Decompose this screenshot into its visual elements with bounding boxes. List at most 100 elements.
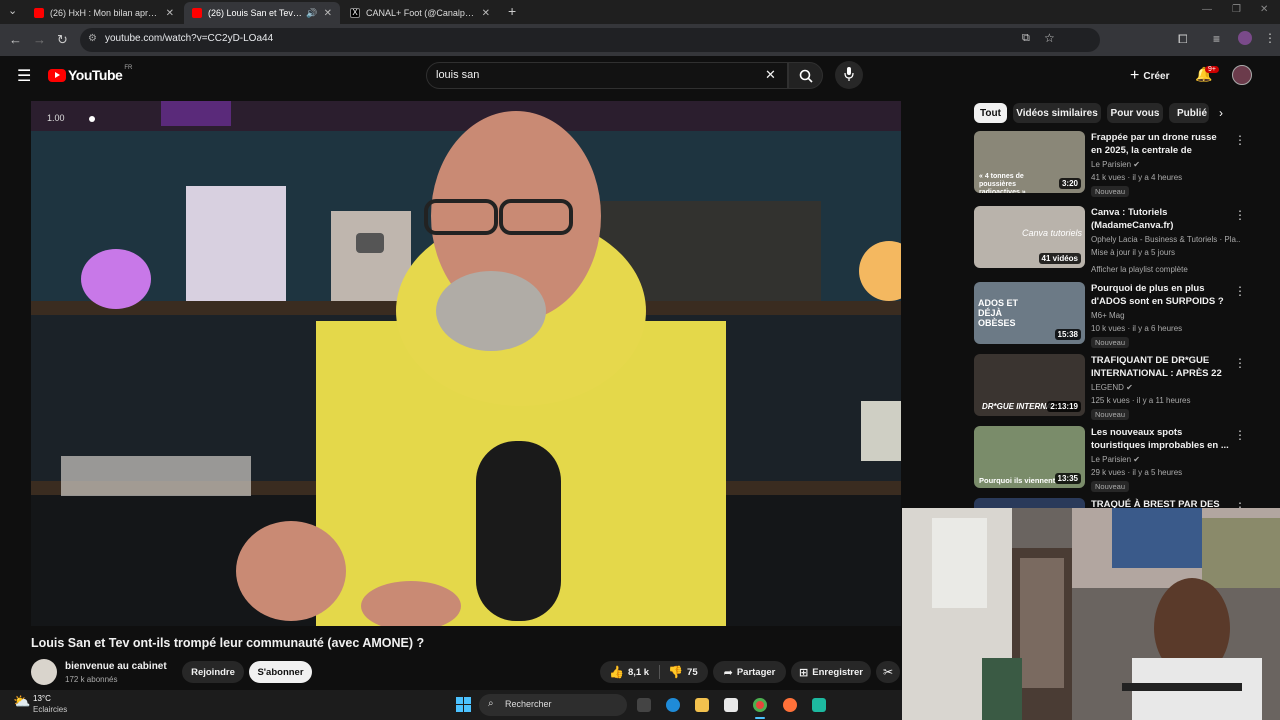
chip-label: Tout <box>980 107 1001 119</box>
view-full-playlist-link[interactable]: Afficher la playlist complète <box>1091 265 1188 274</box>
voice-search-button[interactable] <box>835 61 863 89</box>
channel-name[interactable]: bienvenue au cabinet <box>65 661 167 672</box>
chips-next-arrow-icon[interactable]: › <box>1219 106 1223 120</box>
playlist-thumbnail[interactable]: Canva tutoriels 41 vidéos <box>974 206 1085 268</box>
chip-label: Pour vous <box>1110 107 1160 119</box>
more-actions-icon[interactable]: ⋮ <box>1234 500 1244 508</box>
edge-browser-icon[interactable] <box>666 698 680 712</box>
browser-tab-3[interactable]: X CANAL+ Foot (@CanalplusFoo ✕ <box>342 2 498 24</box>
recommendation-item[interactable]: « 4 tonnes de poussières radioactives » … <box>974 131 1246 197</box>
install-app-icon[interactable]: ⧉ <box>1022 32 1030 45</box>
site-info-icon[interactable]: ⚙ <box>88 33 97 44</box>
join-button[interactable]: Rejoindre <box>182 661 244 683</box>
channel-name[interactable]: Le Parisien ✔ <box>1091 160 1140 169</box>
file-explorer-icon[interactable] <box>695 698 709 712</box>
browser-menu-icon[interactable]: ⋮ <box>1264 31 1276 45</box>
windows-start-icon[interactable] <box>456 697 471 712</box>
speaker-icon[interactable]: 🔊 <box>306 8 317 19</box>
chip-all[interactable]: Tout <box>974 103 1007 123</box>
forward-icon[interactable]: → <box>33 32 46 48</box>
temperature[interactable]: 13°C <box>33 694 51 703</box>
account-avatar[interactable] <box>1232 65 1252 85</box>
more-actions-icon[interactable]: ⋮ <box>1234 133 1246 147</box>
video-thumbnail[interactable]: « 4 tonnes de poussières radioactives » … <box>974 131 1085 193</box>
youtube-favicon-icon <box>34 8 44 18</box>
back-icon[interactable]: ← <box>9 32 22 48</box>
recommendation-item[interactable]: DR*GUE INTERNA 2:13:19 TRAFIQUANT DE DR*… <box>974 354 1246 420</box>
search-button[interactable] <box>788 62 823 89</box>
recommendation-title[interactable]: Les nouveaux spots touristiques improbab… <box>1091 426 1229 452</box>
browser-toolbar: ← → ↻ ⚙ youtube.com/watch?v=CC2yD-LOa44 … <box>0 24 1280 56</box>
save-label: Enregistrer <box>812 666 863 678</box>
address-bar[interactable]: ⚙ youtube.com/watch?v=CC2yD-LOa44 ⧉ ☆ <box>80 28 1100 52</box>
video-thumbnail[interactable]: ADOS ET DÉJÀ OBÈSES 15:38 <box>974 282 1085 344</box>
progress-scrubber[interactable] <box>89 116 95 122</box>
extensions-icon[interactable]: ⧠ <box>1178 32 1188 47</box>
channel-avatar[interactable] <box>31 659 57 685</box>
share-button[interactable]: ➦ Partager <box>713 661 786 683</box>
more-actions-icon[interactable]: ⋮ <box>1234 284 1246 298</box>
like-thumb-icon[interactable]: 👍 <box>609 665 624 679</box>
dislike-thumb-icon[interactable]: 👎 <box>668 665 683 679</box>
hamburger-menu-icon[interactable]: ☰ <box>17 66 31 86</box>
clear-search-icon[interactable]: ✕ <box>765 67 776 83</box>
save-button[interactable]: ⊞ Enregistrer <box>791 661 871 683</box>
video-player[interactable]: 1.00 <box>31 101 901 626</box>
browser-tab-2-active[interactable]: (26) Louis San et Tev ont-ils 🔊 ✕ <box>184 2 340 24</box>
media-control-icon[interactable]: ≡ <box>1213 32 1220 46</box>
chip-published[interactable]: Publié <box>1169 103 1209 123</box>
playback-speed-overlay: 1.00 <box>47 113 65 123</box>
restore-window-icon[interactable]: ❐ <box>1232 4 1241 15</box>
channel-name[interactable]: Le Parisien ✔ <box>1091 455 1140 464</box>
bookmark-star-icon[interactable]: ☆ <box>1044 31 1055 45</box>
chrome-browser-icon[interactable] <box>753 698 767 712</box>
more-actions-icon[interactable]: ⋮ <box>1234 356 1246 370</box>
more-actions-icon[interactable]: ⋮ <box>1234 428 1246 442</box>
channel-name-text: Le Parisien <box>1091 455 1132 464</box>
profile-avatar-icon[interactable] <box>1238 31 1252 45</box>
recommendation-title[interactable]: Pourquoi de plus en plus d'ADOS sont en … <box>1091 282 1229 308</box>
weather-icon[interactable]: ⛅ <box>13 693 30 710</box>
close-tab-icon[interactable]: ✕ <box>482 8 490 19</box>
recommendation-item[interactable]: TRAQUÉ À BREST PAR DES ⋮ <box>974 498 1244 508</box>
reload-icon[interactable]: ↻ <box>57 32 68 48</box>
more-actions-icon[interactable]: ⋮ <box>1234 208 1246 222</box>
minimize-window-icon[interactable]: — <box>1202 4 1212 15</box>
like-count[interactable]: 8,1 k <box>628 667 649 678</box>
close-tab-icon[interactable]: ✕ <box>166 8 174 19</box>
channel-name[interactable]: M6+ Mag <box>1091 311 1125 320</box>
firefox-browser-icon[interactable] <box>783 698 797 712</box>
create-button[interactable]: + Créer <box>1130 67 1169 85</box>
new-tab-icon[interactable]: + <box>508 3 516 19</box>
task-view-icon[interactable] <box>637 698 651 712</box>
chip-for-you[interactable]: Pour vous <box>1107 103 1163 123</box>
browser-tab-1[interactable]: (26) HxH : Mon bilan après 25 a ✕ <box>26 2 182 24</box>
app-icon[interactable] <box>812 698 826 712</box>
youtube-logo[interactable]: YouTube FR <box>48 65 132 83</box>
recommendation-item[interactable]: Canva tutoriels 41 vidéos Canva : Tutori… <box>974 206 1246 274</box>
recommendation-title[interactable]: TRAFIQUANT DE DR*GUE INTERNATIONAL : APR… <box>1091 354 1229 380</box>
recommendation-title[interactable]: Frappée par un drone russe en 2025, la c… <box>1091 131 1229 157</box>
video-thumbnail[interactable]: Pourquoi ils viennent 13:35 <box>974 426 1085 488</box>
search-input[interactable]: louis san ✕ <box>426 62 788 89</box>
recommendation-item[interactable]: ADOS ET DÉJÀ OBÈSES 15:38 Pourquoi de pl… <box>974 282 1246 348</box>
taskbar-search-box[interactable]: ⌕ Rechercher <box>479 694 627 716</box>
recommendation-title[interactable]: Canva : Tutoriels (MadameCanva.fr) <box>1091 206 1229 232</box>
tab-list-chevron-icon[interactable]: ⌄ <box>8 4 17 17</box>
channel-name[interactable]: Ophely Lacia - Business & Tutoriels · Pl… <box>1091 235 1241 244</box>
channel-name[interactable]: LEGEND ✔ <box>1091 383 1133 392</box>
video-thumbnail[interactable] <box>974 498 1085 508</box>
microsoft-store-icon[interactable] <box>724 698 738 712</box>
close-window-icon[interactable]: ✕ <box>1260 4 1268 15</box>
chip-similar-videos[interactable]: Vidéos similaires <box>1013 103 1101 123</box>
scissors-icon: ✂ <box>882 665 894 679</box>
video-thumbnail[interactable]: DR*GUE INTERNA 2:13:19 <box>974 354 1085 416</box>
recommendation-item[interactable]: Pourquoi ils viennent 13:35 Les nouveaux… <box>974 426 1246 492</box>
search-icon <box>799 69 813 83</box>
microphone-icon <box>844 67 854 81</box>
close-tab-icon[interactable]: ✕ <box>324 8 332 19</box>
video-title: Louis San et Tev ont-ils trompé leur com… <box>31 636 425 650</box>
subscribe-button[interactable]: S'abonner <box>249 661 312 683</box>
recommendation-title[interactable]: TRAQUÉ À BREST PAR DES <box>1091 498 1229 508</box>
clip-button[interactable]: ✂ <box>876 661 900 683</box>
